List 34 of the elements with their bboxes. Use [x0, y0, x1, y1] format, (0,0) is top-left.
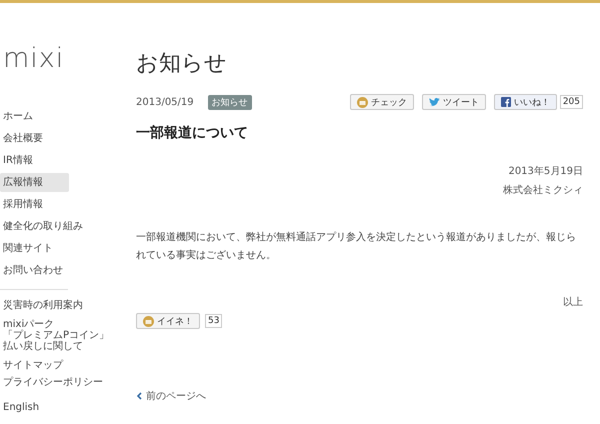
like-button[interactable]: いいね！	[494, 94, 557, 110]
nav-item[interactable]: 関連サイト	[0, 239, 53, 258]
chevron-left-icon	[136, 392, 142, 400]
like-count: 205	[560, 95, 583, 109]
article-heading: 一部報道について	[136, 124, 248, 142]
bird-icon	[428, 98, 440, 106]
logo[interactable]: mixi	[0, 43, 64, 77]
iine-button[interactable]: イイネ！	[136, 313, 200, 329]
language-link[interactable]: English	[0, 402, 40, 413]
nav-item[interactable]: お問い合わせ	[0, 261, 63, 280]
nav-item[interactable]: ホーム	[0, 107, 33, 126]
back-link[interactable]: 前のページへ	[136, 389, 206, 403]
nav-item[interactable]: IR情報	[0, 151, 33, 170]
sidebar-link-line[interactable]: mixiパーク	[0, 319, 54, 330]
iine-count: 53	[205, 314, 222, 328]
footer-link[interactable]: サイトマップ	[0, 360, 63, 371]
tweet-button[interactable]: ツイート	[422, 94, 486, 110]
nav-item[interactable]: 会社概要	[0, 129, 43, 148]
sidebar-link-line[interactable]: 払い戻しに関して	[0, 341, 83, 352]
nav-item[interactable]: 採用情報	[0, 195, 43, 214]
post-date: 2013/05/19	[136, 96, 194, 108]
facebook-icon	[500, 97, 511, 107]
company-name: 株式会社ミクシィ	[503, 184, 583, 197]
article-body: 一部報道機関において、弊社が無料通話アプリ参入を決定したという報道がありましたが、報じられている事実はございません。	[136, 230, 577, 263]
sidebar-link-line[interactable]: 「プレミアムPコイン」	[0, 330, 110, 341]
nav-item[interactable]: 健全化の取り組み	[0, 217, 83, 236]
nav-item[interactable]: 広報情報	[0, 173, 69, 192]
sidebar-link-line[interactable]: 災害時の利用案内	[0, 300, 83, 311]
category-tag: お知らせ	[208, 94, 252, 110]
check-button[interactable]: チェック	[350, 94, 414, 110]
page-title: お知らせ	[136, 50, 227, 78]
footer-link[interactable]: プライバシーポリシー	[0, 377, 103, 388]
article-date: 2013年5月19日	[508, 165, 583, 178]
closing-text: 以上	[563, 296, 583, 309]
